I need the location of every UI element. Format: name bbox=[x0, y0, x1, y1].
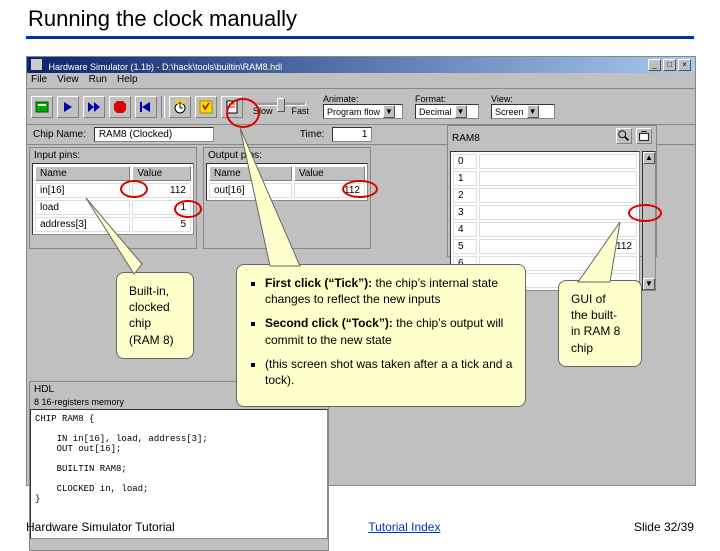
table-row: in[16]112 bbox=[35, 183, 191, 198]
animate-combo[interactable]: Program flow ▼ bbox=[323, 104, 403, 119]
time-label: Time: bbox=[300, 129, 325, 140]
slide-title: Running the clock manually bbox=[28, 6, 297, 32]
footer-left: Hardware Simulator Tutorial bbox=[26, 520, 175, 534]
table-row: 4 bbox=[453, 222, 637, 237]
col-value: Value bbox=[132, 166, 191, 181]
menu-file[interactable]: File bbox=[31, 74, 47, 87]
chevron-down-icon[interactable]: ▼ bbox=[527, 105, 539, 118]
table-row: 0 bbox=[453, 154, 637, 169]
view-combo[interactable]: Screen ▼ bbox=[491, 104, 555, 119]
menu-view[interactable]: View bbox=[57, 74, 79, 87]
bullet-3: (this screen shot was taken after a a ti… bbox=[265, 356, 513, 388]
reset-button[interactable] bbox=[135, 96, 157, 118]
titlebar: Hardware Simulator (1.1b) - D:\hack\tool… bbox=[27, 57, 695, 73]
red-circle bbox=[342, 180, 378, 198]
table-row: address[3]5 bbox=[35, 217, 191, 232]
chipname-field: RAM8 (Clocked) bbox=[94, 127, 214, 142]
stop-button[interactable] bbox=[109, 96, 131, 118]
footer-right: Slide 32/39 bbox=[634, 520, 694, 534]
load-chip-button[interactable] bbox=[31, 96, 53, 118]
run-button[interactable] bbox=[83, 96, 105, 118]
menubar: File View Run Help bbox=[27, 73, 695, 89]
table-row: load1 bbox=[35, 200, 191, 215]
table-row: 2 bbox=[453, 188, 637, 203]
window-title: Hardware Simulator (1.1b) - D:\hack\tool… bbox=[49, 62, 283, 72]
fast-label: Fast bbox=[291, 106, 309, 116]
menu-run[interactable]: Run bbox=[89, 74, 107, 87]
input-pins-title: Input pins: bbox=[30, 148, 196, 163]
clock-button[interactable] bbox=[169, 96, 191, 118]
format-label: Format: bbox=[415, 94, 479, 104]
single-step-button[interactable] bbox=[57, 96, 79, 118]
title-underline bbox=[26, 36, 694, 39]
red-circle bbox=[226, 98, 260, 128]
callout-right: GUI of the built- in RAM 8 chip bbox=[558, 280, 642, 367]
output-pins-title: Output pins: bbox=[204, 148, 370, 163]
view-label: View: bbox=[491, 94, 555, 104]
chevron-down-icon[interactable]: ▼ bbox=[383, 105, 395, 118]
ram-title: RAM8 bbox=[452, 133, 480, 144]
eval-button[interactable] bbox=[195, 96, 217, 118]
app-icon bbox=[31, 59, 42, 70]
red-circle bbox=[628, 204, 662, 222]
table-row: 5112 bbox=[453, 239, 637, 254]
close-button[interactable]: × bbox=[678, 59, 691, 71]
input-pins-panel: Input pins: NameValue in[16]112 load1 ad… bbox=[29, 147, 197, 249]
bullet-1: First click (“Tick”): the chip’s interna… bbox=[265, 275, 513, 307]
red-circle bbox=[120, 180, 148, 198]
ram-panel: RAM8 0 1 2 3 bbox=[447, 125, 657, 257]
table-row: 3 bbox=[453, 205, 637, 220]
search-icon[interactable] bbox=[616, 128, 632, 144]
maximize-button[interactable]: □ bbox=[663, 59, 676, 71]
speed-slider[interactable] bbox=[256, 102, 306, 106]
time-field: 1 bbox=[332, 127, 372, 142]
toolbar: Slow Fast Animate: Program flow ▼ Format… bbox=[27, 89, 695, 125]
toolbar-separator bbox=[161, 96, 165, 118]
minimize-button[interactable]: _ bbox=[648, 59, 661, 71]
table-row: 1 bbox=[453, 171, 637, 186]
col-name: Name bbox=[35, 166, 130, 181]
output-pins-panel: Output pins: NameValue out[16]112 bbox=[203, 147, 371, 249]
red-circle bbox=[174, 200, 202, 218]
footer: Hardware Simulator Tutorial Tutorial Ind… bbox=[26, 520, 694, 534]
bullet-2: Second click (“Tock”): the chip’s output… bbox=[265, 315, 513, 347]
callout-left: Built-in, clocked chip (RAM 8) bbox=[116, 272, 194, 359]
callout-main: First click (“Tick”): the chip’s interna… bbox=[236, 264, 526, 407]
menu-help[interactable]: Help bbox=[117, 74, 138, 87]
format-combo[interactable]: Decimal ▼ bbox=[415, 104, 479, 119]
chipname-label: Chip Name: bbox=[33, 129, 86, 140]
chevron-down-icon[interactable]: ▼ bbox=[455, 105, 467, 118]
clear-icon[interactable] bbox=[636, 128, 652, 144]
animate-label: Animate: bbox=[323, 94, 403, 104]
tutorial-index-link[interactable]: Tutorial Index bbox=[368, 520, 440, 534]
